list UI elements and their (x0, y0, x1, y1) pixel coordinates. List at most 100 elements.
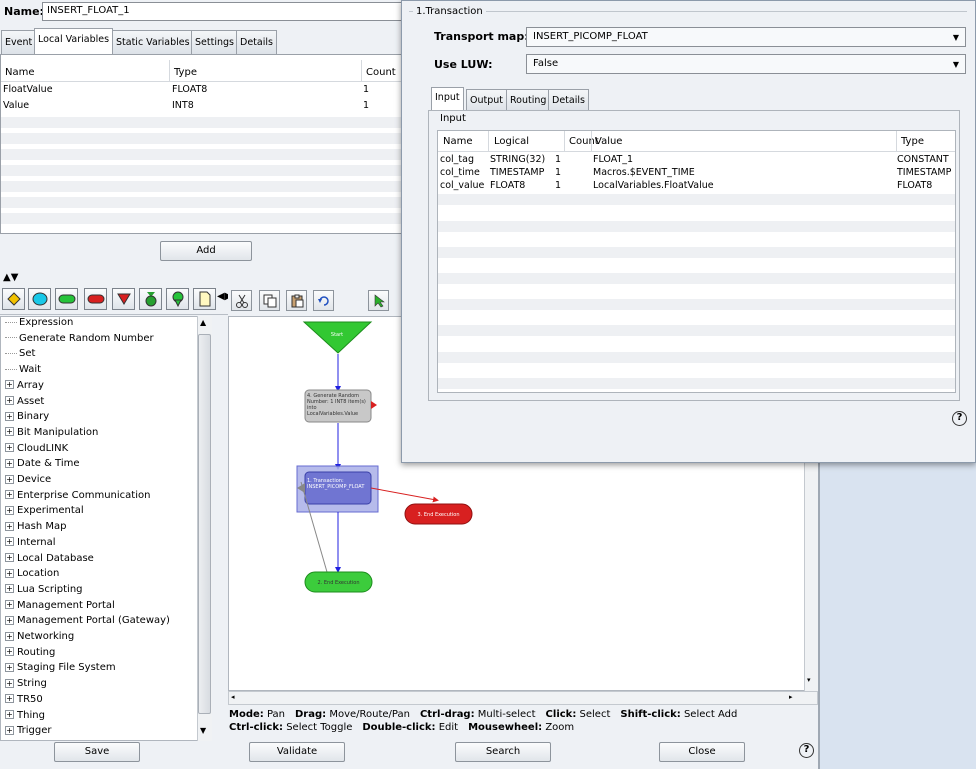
expand-icon[interactable]: + (5, 694, 14, 704)
tree-item[interactable]: + Asset (5, 396, 44, 412)
tree-item[interactable]: + Device (5, 474, 51, 490)
help-icon[interactable]: ? (952, 411, 967, 426)
tab-input[interactable]: Input (431, 87, 464, 112)
table-row[interactable]: col_tag STRING(32) 1 FLOAT_1 CONSTANT (438, 154, 955, 166)
tab-routing[interactable]: Routing (506, 89, 551, 111)
tree-item[interactable]: + Date & Time (5, 458, 80, 474)
tree-item[interactable]: + Binary (5, 411, 49, 427)
tree-item[interactable]: + Internal (5, 537, 56, 553)
table-row[interactable]: col_value FLOAT8 1 LocalVariables.FloatValu… (438, 180, 955, 192)
column-header-name[interactable]: Name (443, 136, 473, 147)
column-header-value[interactable]: Value (595, 136, 622, 147)
tree-item[interactable]: + Routing (5, 647, 55, 663)
expand-icon[interactable]: + (5, 490, 14, 500)
tree-item[interactable]: + Trigger (5, 725, 52, 741)
expand-icon[interactable]: + (5, 615, 14, 625)
tab-output[interactable]: Output (466, 89, 507, 111)
scroll-left-arrow[interactable]: ◂ (231, 693, 235, 701)
split-arrows-icon[interactable]: ▲▼ (3, 272, 18, 283)
tree-item[interactable]: Wait (5, 364, 41, 380)
table-row[interactable]: FloatValue FLOAT8 1 (1, 84, 402, 96)
red-pill-button[interactable] (84, 288, 107, 310)
bulb-shape-button[interactable] (139, 288, 162, 310)
scroll-down-arrow[interactable]: ▼ (200, 726, 206, 735)
tab-details[interactable]: Details (236, 30, 277, 54)
tree-item[interactable]: + Management Portal (5, 600, 115, 616)
column-header-logical[interactable]: Logical (494, 136, 529, 147)
tree-item[interactable]: + Lua Scripting (5, 584, 83, 600)
add-button[interactable]: Add (160, 241, 252, 261)
pointer-tool-icon[interactable] (368, 290, 389, 311)
tree-item[interactable]: + Local Database (5, 553, 94, 569)
validate-button[interactable]: Validate (249, 742, 345, 762)
tree-item[interactable]: + Staging File System (5, 662, 116, 678)
search-button[interactable]: Search (455, 742, 551, 762)
triangle-down-button[interactable] (112, 288, 135, 310)
paste-icon[interactable] (286, 290, 307, 311)
tab-event[interactable]: Event (1, 30, 37, 54)
tree-item[interactable]: + Networking (5, 631, 74, 647)
tree-scroll-thumb[interactable] (198, 334, 211, 714)
expand-icon[interactable]: + (5, 600, 14, 610)
table-row[interactable]: Value INT8 1 (1, 100, 402, 112)
expand-icon[interactable]: + (5, 505, 14, 515)
expand-icon[interactable]: + (5, 584, 14, 594)
tab-details[interactable]: Details (548, 89, 589, 111)
expand-icon[interactable]: + (5, 427, 14, 437)
pin-shape-button[interactable] (166, 288, 189, 310)
expand-icon[interactable]: + (5, 568, 14, 578)
tree-item[interactable]: + Enterprise Communication (5, 490, 150, 506)
tree-item[interactable]: + Experimental (5, 505, 84, 521)
table-row[interactable]: col_time TIMESTAMP 1 Macros.$EVENT_TIME TIME… (438, 167, 955, 179)
green-pill-button[interactable] (55, 288, 78, 310)
tree-item[interactable]: + CloudLINK (5, 443, 68, 459)
tree-item[interactable]: + Management Portal (Gateway) (5, 615, 170, 631)
expand-icon[interactable]: + (5, 380, 14, 390)
tab-local-variables[interactable]: Local Variables (34, 28, 114, 55)
tree-item[interactable]: + Thing (5, 710, 45, 726)
copy-icon[interactable] (259, 290, 280, 311)
expand-icon[interactable]: + (5, 553, 14, 562)
help-icon[interactable]: ? (799, 743, 814, 758)
save-button[interactable]: Save (54, 742, 140, 762)
cut-icon[interactable] (231, 290, 252, 311)
expand-icon[interactable]: + (5, 725, 14, 735)
column-header-type[interactable]: Type (174, 67, 197, 78)
scroll-right-arrow[interactable]: ▸ (789, 693, 793, 701)
tab-settings[interactable]: Settings (191, 30, 238, 54)
tree-item[interactable]: + Hash Map (5, 521, 66, 537)
expand-icon[interactable]: + (5, 458, 14, 468)
tree-item[interactable]: + Bit Manipulation (5, 427, 98, 443)
use-luw-select[interactable]: False ▼ (526, 54, 966, 74)
tree-item[interactable]: + TR50 (5, 694, 43, 710)
note-shape-button[interactable] (193, 288, 216, 310)
expand-icon[interactable]: + (5, 411, 14, 421)
tree-item[interactable]: + Location (5, 568, 59, 584)
column-header-type[interactable]: Type (901, 136, 924, 147)
scroll-down-arrow[interactable]: ▾ (807, 676, 811, 684)
column-header-count[interactable]: Count (366, 67, 396, 78)
expand-icon[interactable]: + (5, 647, 14, 657)
tree-item[interactable]: Expression (5, 317, 73, 333)
undo-icon[interactable] (313, 290, 334, 311)
tree-item[interactable]: + String (5, 678, 47, 694)
transport-map-select[interactable]: INSERT_PICOMP_FLOAT ▼ (526, 27, 966, 47)
circle-shape-button[interactable] (28, 288, 51, 310)
expand-icon[interactable]: + (5, 443, 14, 453)
expand-icon[interactable]: + (5, 396, 14, 405)
expand-icon[interactable]: + (5, 662, 14, 672)
name-input[interactable]: INSERT_FLOAT_1 (42, 2, 406, 21)
expand-icon[interactable]: + (5, 521, 14, 531)
tree-item[interactable]: Generate Random Number (5, 333, 154, 349)
expand-icon[interactable]: + (5, 474, 14, 484)
close-button[interactable]: Close (659, 742, 745, 762)
column-header-name[interactable]: Name (5, 67, 35, 78)
tree-item[interactable]: Set (5, 348, 35, 364)
expand-icon[interactable]: + (5, 678, 14, 688)
tree-item[interactable]: + Array (5, 380, 44, 396)
canvas-horizontal-scrollbar[interactable] (228, 691, 818, 705)
expand-icon[interactable]: + (5, 631, 14, 641)
diamond-shape-button[interactable] (2, 288, 25, 310)
tab-static-variables[interactable]: Static Variables (112, 30, 194, 54)
scroll-up-arrow[interactable]: ▲ (200, 318, 206, 327)
